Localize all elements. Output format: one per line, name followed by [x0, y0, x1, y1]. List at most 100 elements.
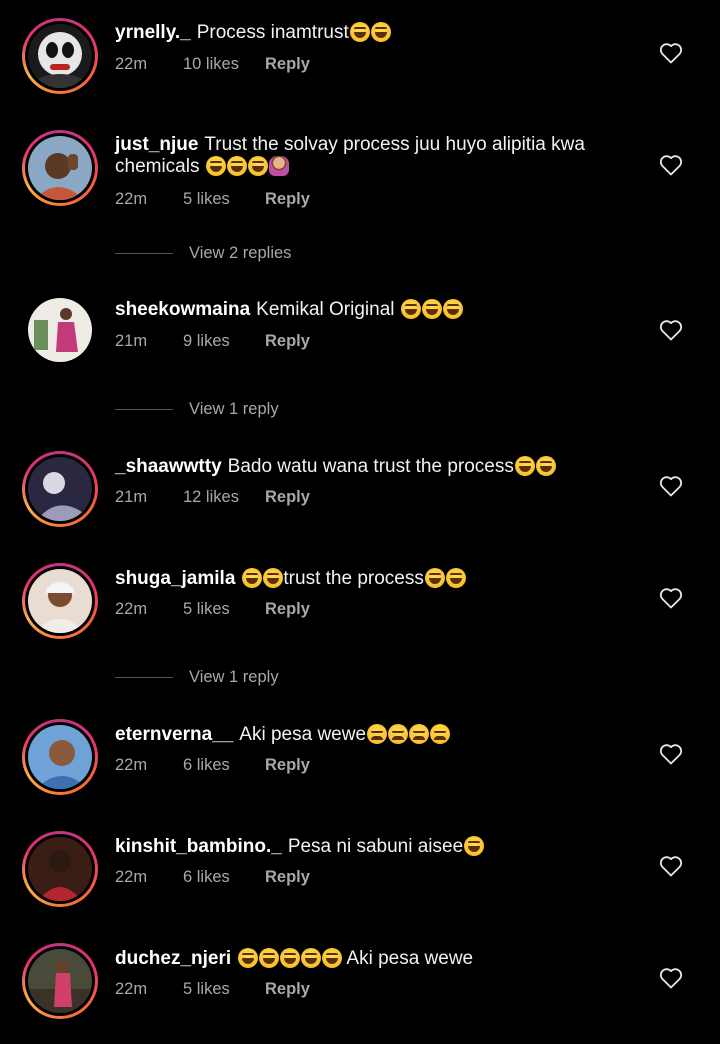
- avatar-container[interactable]: [22, 292, 98, 368]
- avatar-story-ring[interactable]: [22, 563, 98, 639]
- comment-text: shuga_jamila trust the process: [115, 568, 615, 590]
- comment-text: duchez_njeri Aki pesa wewe: [115, 948, 615, 970]
- heart-outline-icon[interactable]: [659, 967, 683, 989]
- avatar: [28, 24, 92, 88]
- avatar-story-ring[interactable]: [22, 18, 98, 94]
- avatar-story-ring[interactable]: [22, 130, 98, 206]
- crying-emoji-icon: [430, 724, 451, 744]
- heart-outline-icon[interactable]: [659, 154, 683, 176]
- comment-likes[interactable]: 10 likes: [183, 55, 265, 74]
- comment-likes[interactable]: 6 likes: [183, 868, 265, 887]
- comment-username[interactable]: _shaawwtty: [115, 456, 222, 477]
- avatar-story-ring[interactable]: [22, 719, 98, 795]
- comment-meta: 22m 6 likes Reply: [115, 756, 310, 775]
- view-replies-label: View 2 replies: [189, 244, 292, 262]
- crying-emoji-icon: [409, 724, 430, 744]
- comment-username[interactable]: eternverna__: [115, 724, 233, 745]
- comment-likes[interactable]: 5 likes: [183, 980, 265, 999]
- heart-outline-icon[interactable]: [659, 42, 683, 64]
- laughing-emoji-icon: [400, 299, 421, 319]
- comment-likes[interactable]: 5 likes: [183, 190, 265, 209]
- comment-meta: 22m 10 likes Reply: [115, 55, 310, 74]
- laughing-emoji-icon: [205, 156, 226, 176]
- comment-time: 22m: [115, 55, 148, 73]
- avatar-gap: [25, 722, 95, 792]
- avatar-story-ring[interactable]: [22, 943, 98, 1019]
- comment-time: 21m: [115, 488, 148, 506]
- reply-button[interactable]: Reply: [265, 600, 310, 619]
- comment-text: eternverna__ Aki pesa wewe: [115, 724, 615, 746]
- comment-body: Aki pesa wewe: [346, 948, 474, 969]
- comment-username[interactable]: just_njue: [115, 134, 198, 155]
- laughing-emoji-icon: [445, 568, 466, 588]
- heart-outline-icon[interactable]: [659, 587, 683, 609]
- reply-button[interactable]: Reply: [265, 488, 310, 507]
- avatar-story-ring[interactable]: [22, 831, 98, 907]
- reply-button[interactable]: Reply: [265, 190, 310, 209]
- view-replies-button[interactable]: View 1 reply: [115, 668, 279, 687]
- comment-body: Process inamtrust: [196, 22, 349, 43]
- comment-username[interactable]: yrnelly._: [115, 22, 191, 43]
- laughing-emoji-icon: [242, 568, 263, 588]
- view-replies-line: [115, 253, 173, 254]
- heart-outline-icon[interactable]: [659, 743, 683, 765]
- reply-button[interactable]: Reply: [265, 55, 310, 74]
- reply-button[interactable]: Reply: [265, 756, 310, 775]
- avatar: [28, 569, 92, 633]
- comment-text: kinshit_bambino._ Pesa ni sabuni aisee: [115, 836, 615, 858]
- view-replies-line: [115, 409, 173, 410]
- view-replies-line: [115, 677, 173, 678]
- comment-time: 22m: [115, 190, 148, 208]
- avatar-gap: [25, 133, 95, 203]
- laughing-emoji-icon: [263, 568, 284, 588]
- comment-meta: 22m 6 likes Reply: [115, 868, 310, 887]
- comment-text: yrnelly._ Process inamtrust: [115, 22, 615, 44]
- laughing-emoji-icon: [349, 22, 370, 42]
- laughing-emoji-icon: [424, 568, 445, 588]
- heart-outline-icon[interactable]: [659, 319, 683, 341]
- crying-emoji-icon: [388, 724, 409, 744]
- avatar-gap: [25, 566, 95, 636]
- reply-button[interactable]: Reply: [265, 868, 310, 887]
- comment-time: 22m: [115, 600, 148, 618]
- comment-time: 22m: [115, 756, 148, 774]
- reply-button[interactable]: Reply: [265, 332, 310, 351]
- comment-likes[interactable]: 9 likes: [183, 332, 265, 351]
- laughing-emoji-icon: [442, 299, 463, 319]
- view-replies-label: View 1 reply: [189, 400, 279, 418]
- comment-username[interactable]: kinshit_bambino._: [115, 836, 282, 857]
- avatar: [28, 837, 92, 901]
- laughing-emoji-icon: [322, 948, 343, 968]
- heart-outline-icon[interactable]: [659, 475, 683, 497]
- avatar-gap: [25, 454, 95, 524]
- comment-body: Bado watu wana trust the process: [227, 456, 514, 477]
- comment-likes[interactable]: 6 likes: [183, 756, 265, 775]
- view-replies-button[interactable]: View 1 reply: [115, 400, 279, 419]
- laughing-emoji-icon: [247, 156, 268, 176]
- avatar-story-ring[interactable]: [22, 451, 98, 527]
- avatar-gap: [25, 834, 95, 904]
- comment-likes[interactable]: 12 likes: [183, 488, 265, 507]
- view-replies-button[interactable]: View 2 replies: [115, 244, 291, 263]
- comment-meta: 22m 5 likes Reply: [115, 980, 310, 999]
- laughing-emoji-icon: [370, 22, 391, 42]
- reply-button[interactable]: Reply: [265, 980, 310, 999]
- comment-likes[interactable]: 5 likes: [183, 600, 265, 619]
- laughing-emoji-icon: [535, 456, 556, 476]
- comment-time: 22m: [115, 980, 148, 998]
- crying-emoji-icon: [367, 724, 388, 744]
- comment-text: _shaawwtty Bado watu wana trust the proce…: [115, 456, 615, 478]
- laughing-emoji-icon: [238, 948, 259, 968]
- comment-username[interactable]: duchez_njeri: [115, 948, 231, 969]
- person-shrugging-emoji-icon: [268, 156, 289, 176]
- laughing-emoji-icon: [301, 948, 322, 968]
- comment-username[interactable]: sheekowmaina: [115, 299, 250, 320]
- comment-meta: 22m 5 likes Reply: [115, 190, 310, 209]
- heart-outline-icon[interactable]: [659, 855, 683, 877]
- avatar: [28, 949, 92, 1013]
- comment-meta: 21m 9 likes Reply: [115, 332, 310, 351]
- comment-time: 22m: [115, 868, 148, 886]
- comment-username[interactable]: shuga_jamila: [115, 568, 235, 589]
- avatar-gap: [25, 946, 95, 1016]
- laughing-emoji-icon: [514, 456, 535, 476]
